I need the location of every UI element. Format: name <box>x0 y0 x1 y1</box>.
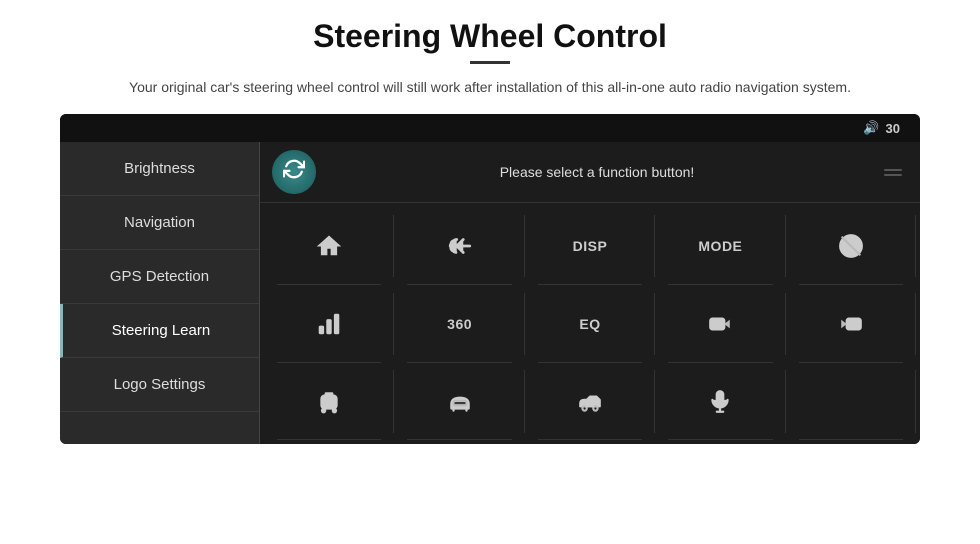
car-side-icon <box>577 389 603 415</box>
btn-360[interactable]: 360 <box>394 285 524 363</box>
btn-mute-call[interactable] <box>786 207 916 285</box>
sidebar-item-brightness[interactable]: Brightness <box>60 142 259 196</box>
volume-icon: 🔊 <box>863 120 879 136</box>
sidebar-item-logo-settings[interactable]: Logo Settings <box>60 358 259 412</box>
refresh-icon <box>283 158 305 186</box>
btn-eq[interactable]: EQ <box>525 285 655 363</box>
main-header: Please select a function button! <box>260 142 920 203</box>
btn-car-front[interactable] <box>394 363 524 441</box>
sidebar-item-steering-learn[interactable]: Steering Learn <box>60 304 259 358</box>
camera-left-icon <box>707 311 733 337</box>
device-topbar: 🔊 30 <box>60 114 920 142</box>
btn-camera-left[interactable] <box>655 285 785 363</box>
btn-camera-right[interactable] <box>786 285 916 363</box>
refresh-button[interactable] <box>272 150 316 194</box>
btn-microphone[interactable] <box>655 363 785 441</box>
btn-home[interactable] <box>264 207 394 285</box>
btn-back[interactable] <box>394 207 524 285</box>
page-title: Steering Wheel Control <box>313 18 667 55</box>
page-container: Steering Wheel Control Your original car… <box>0 0 980 454</box>
btn-disp[interactable]: DISP <box>525 207 655 285</box>
buttons-grid: DISP MODE <box>260 203 920 444</box>
volume-value: 30 <box>886 121 900 136</box>
subtitle: Your original car's steering wheel contr… <box>129 76 851 98</box>
title-divider <box>470 61 510 64</box>
mode-label: MODE <box>698 238 742 254</box>
btn-360-label: 360 <box>447 316 472 332</box>
back-icon <box>447 233 473 259</box>
car-front-icon <box>447 389 473 415</box>
eq-label: EQ <box>579 316 600 332</box>
sidebar-item-gps-detection[interactable]: GPS Detection <box>60 250 259 304</box>
btn-car-top[interactable] <box>264 363 394 441</box>
eq-bars-icon <box>316 311 342 337</box>
mute-call-icon <box>838 233 864 259</box>
main-content: Please select a function button! <box>260 142 920 444</box>
sidebar-item-navigation[interactable]: Navigation <box>60 196 259 250</box>
btn-eq-bars[interactable] <box>264 285 394 363</box>
microphone-icon <box>707 389 733 415</box>
car-top-icon <box>316 389 342 415</box>
device-ui: 🔊 30 Brightness Navigation GPS Detection… <box>60 114 920 444</box>
top-right-indicators <box>878 169 908 176</box>
btn-car-side[interactable] <box>525 363 655 441</box>
device-body: Brightness Navigation GPS Detection Stee… <box>60 142 920 444</box>
btn-mode[interactable]: MODE <box>655 207 785 285</box>
btn-empty <box>786 363 916 441</box>
function-prompt: Please select a function button! <box>328 164 866 180</box>
sidebar: Brightness Navigation GPS Detection Stee… <box>60 142 260 444</box>
camera-right-icon <box>838 311 864 337</box>
home-icon <box>316 233 342 259</box>
disp-label: DISP <box>573 238 608 254</box>
